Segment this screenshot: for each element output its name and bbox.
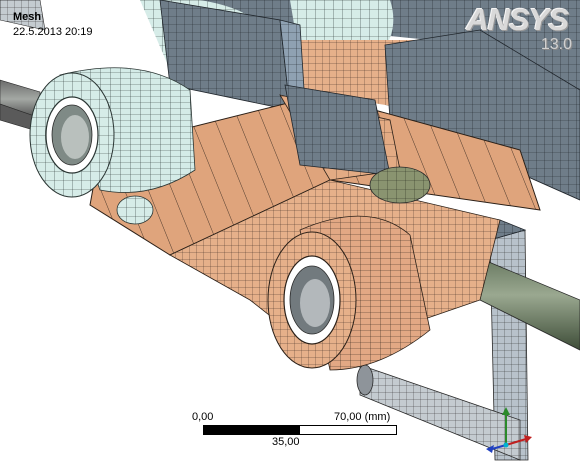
scale-start-label: 0,00 xyxy=(192,411,214,423)
small-pin xyxy=(116,195,154,225)
ansys-logo: ANSYS 13.0 xyxy=(462,2,572,56)
axis-triad-icon[interactable] xyxy=(486,405,534,461)
graphics-viewport[interactable]: Mesh 22.5.2013 20:19 ANSYS 13.0 0,00 70,… xyxy=(0,0,580,467)
left-bushing xyxy=(29,67,196,198)
logo-version: 13.0 xyxy=(540,36,572,53)
logo-brand: ANSYS xyxy=(466,2,569,37)
lower-rod-end xyxy=(356,364,374,396)
front-bushing xyxy=(267,215,431,371)
scale-bar: 0,00 70,00 (mm) 35,00 xyxy=(190,410,430,454)
right-cylinder xyxy=(369,166,431,204)
mesh-timestamp: 22.5.2013 20:19 xyxy=(13,26,93,38)
mesh-title: Mesh xyxy=(13,11,42,23)
scale-bar-graphic xyxy=(203,425,397,435)
scale-end-label: 70,00 (mm) xyxy=(334,411,391,423)
mesh-scene[interactable] xyxy=(0,0,580,467)
scale-mid-label: 35,00 xyxy=(272,436,300,448)
